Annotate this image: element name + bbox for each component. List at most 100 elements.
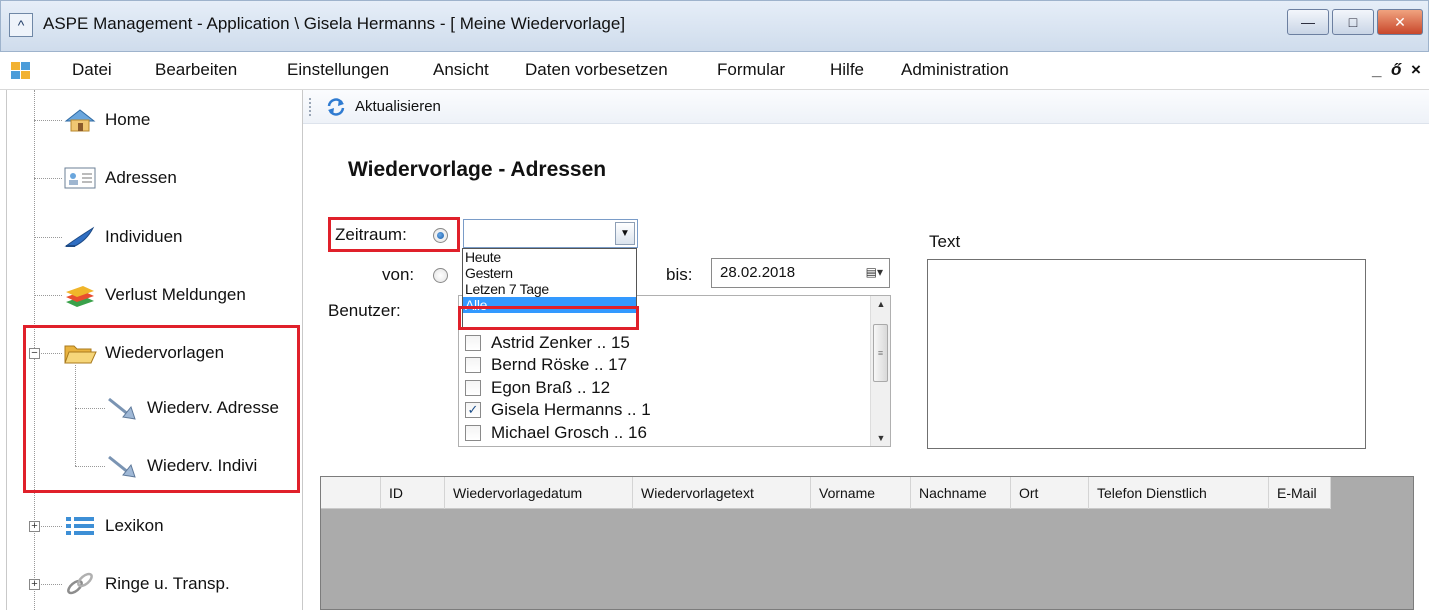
chevron-down-icon[interactable]: ▼: [615, 222, 635, 245]
user-label: Michael Grosch .. 16: [491, 423, 647, 442]
page-title: Wiedervorlage - Adressen: [348, 158, 607, 181]
expand-toggle[interactable]: +: [29, 579, 40, 590]
close-button[interactable]: ✕: [1377, 9, 1423, 35]
maximize-icon: □: [1348, 14, 1358, 30]
navigation-tree: − + + Home Adressen Individuen Verlust M…: [6, 90, 303, 610]
menu-hilfe[interactable]: Hilfe: [830, 60, 864, 80]
document-icon[interactable]: [10, 61, 32, 81]
tree-item-adressen[interactable]: Adressen: [63, 165, 177, 191]
tree-item-label: Home: [105, 110, 151, 129]
highlight-frame: [458, 306, 639, 330]
tree-item-individuen[interactable]: Individuen: [63, 224, 183, 250]
menu-einstellungen[interactable]: Einstellungen: [287, 60, 389, 80]
row-header-corner: [321, 477, 381, 509]
toolbar: Aktualisieren: [303, 90, 1429, 124]
results-grid[interactable]: ID Wiedervorlagedatum Wiedervorlagetext …: [320, 476, 1414, 610]
bis-label: bis:: [666, 265, 693, 284]
tree-connector: [34, 120, 62, 121]
tree-item-label: Ringe u. Transp.: [105, 574, 230, 593]
scroll-thumb[interactable]: ≡: [873, 324, 888, 382]
user-checkbox[interactable]: [465, 335, 481, 351]
von-radio[interactable]: [433, 268, 448, 283]
tree-item-ringe-transp[interactable]: Ringe u. Transp.: [63, 571, 230, 597]
refresh-button[interactable]: Aktualisieren: [355, 98, 441, 115]
user-label: Gisela Hermanns .. 1: [491, 400, 651, 419]
tree-connector: [34, 295, 62, 296]
zeitraum-radio[interactable]: [433, 228, 448, 243]
column-header-telefon-dienstlich[interactable]: Telefon Dienstlich: [1089, 477, 1269, 509]
user-checkbox[interactable]: [465, 357, 481, 373]
title-bar: ^ ASPE Management - Application \ Gisela…: [0, 0, 1429, 52]
menu-daten-vorbesetzen[interactable]: Daten vorbesetzen: [525, 60, 668, 80]
dropdown-option-gestern[interactable]: Gestern: [463, 265, 636, 281]
calendar-icon[interactable]: ▤▾: [866, 265, 883, 279]
tree-connector: [34, 237, 62, 238]
dropdown-option-heute[interactable]: Heute: [463, 249, 636, 265]
menu-datei[interactable]: Datei: [72, 60, 112, 80]
user-checkbox[interactable]: [465, 380, 481, 396]
user-label: Bernd Röske .. 17: [491, 355, 628, 374]
toolbar-grip[interactable]: [309, 98, 312, 116]
zeitraum-combo[interactable]: ▼: [463, 219, 638, 248]
vertical-scrollbar[interactable]: ▲ ≡ ▼: [870, 296, 890, 446]
books-icon: [66, 286, 94, 307]
tree-item-lexikon[interactable]: Lexikon: [63, 513, 164, 539]
main-content: Aktualisieren Wiedervorlage - Adressen Z…: [303, 90, 1429, 610]
user-checkbox[interactable]: [465, 425, 481, 441]
maximize-button[interactable]: □: [1332, 9, 1374, 35]
window-title: ASPE Management - Application \ Gisela H…: [43, 14, 626, 33]
tree-item-label: Adressen: [105, 168, 177, 187]
expand-toggle[interactable]: +: [29, 521, 40, 532]
mdi-restore-button[interactable]: ő: [1391, 60, 1401, 80]
bis-date-picker[interactable]: 28.02.2018 ▤▾: [711, 258, 890, 288]
mdi-close-button[interactable]: ×: [1411, 60, 1421, 80]
menu-administration[interactable]: Administration: [901, 60, 1009, 80]
column-header-wiedervorlagedatum[interactable]: Wiedervorlagedatum: [445, 477, 633, 509]
mdi-minimize-button[interactable]: _: [1372, 60, 1381, 80]
list-item[interactable]: Michael Grosch .. 16: [465, 423, 647, 443]
refresh-icon[interactable]: [325, 96, 347, 118]
list-item[interactable]: Egon Braß .. 12: [465, 378, 610, 398]
menu-bar: Datei Bearbeiten Einstellungen Ansicht D…: [0, 52, 1429, 90]
scroll-up-icon[interactable]: ▲: [871, 296, 891, 312]
zeitraum-label: Zeitraum:: [335, 225, 407, 244]
house-icon: [64, 109, 96, 132]
column-header-id[interactable]: ID: [381, 477, 445, 509]
tree-item-label: Verlust Meldungen: [105, 285, 246, 304]
text-label: Text: [929, 232, 961, 251]
tree-item-label: Lexikon: [105, 516, 164, 535]
benutzer-label: Benutzer:: [328, 301, 401, 320]
column-header-nachname[interactable]: Nachname: [911, 477, 1011, 509]
window-menu-icon[interactable]: ^: [9, 13, 33, 37]
grid-header: ID Wiedervorlagedatum Wiedervorlagetext …: [321, 477, 1331, 509]
bis-date-value: 28.02.2018: [720, 264, 796, 281]
minimize-button[interactable]: —: [1287, 9, 1329, 35]
scroll-down-icon[interactable]: ▼: [871, 430, 891, 446]
list-item[interactable]: Astrid Zenker .. 15: [465, 333, 630, 353]
list-icon: [66, 517, 94, 535]
menu-bearbeiten[interactable]: Bearbeiten: [155, 60, 237, 80]
bird-icon: [64, 226, 95, 247]
chain-icon: [67, 572, 93, 595]
text-field[interactable]: [927, 259, 1366, 449]
column-header-e-mail[interactable]: E-Mail: [1269, 477, 1331, 509]
tree-item-home[interactable]: Home: [63, 107, 150, 133]
menu-ansicht[interactable]: Ansicht: [433, 60, 489, 80]
close-icon: ✕: [1394, 14, 1406, 30]
dropdown-option-letzen-7-tage[interactable]: Letzen 7 Tage: [463, 281, 636, 297]
list-item[interactable]: ✓ Gisela Hermanns .. 1: [465, 400, 651, 420]
column-header-wiedervorlagetext[interactable]: Wiedervorlagetext: [633, 477, 811, 509]
von-label: von:: [382, 265, 415, 284]
user-checkbox-checked[interactable]: ✓: [465, 402, 481, 418]
user-label: Egon Braß .. 12: [491, 378, 611, 397]
menu-formular[interactable]: Formular: [717, 60, 785, 80]
column-header-ort[interactable]: Ort: [1011, 477, 1089, 509]
list-item[interactable]: Bernd Röske .. 17: [465, 355, 627, 375]
user-label: Astrid Zenker .. 15: [491, 333, 630, 352]
minimize-icon: —: [1301, 14, 1315, 30]
column-header-vorname[interactable]: Vorname: [811, 477, 911, 509]
tree-item-verlust-meldungen[interactable]: Verlust Meldungen: [63, 282, 246, 308]
highlight-frame: [23, 325, 300, 493]
tree-connector: [34, 178, 62, 179]
address-card-icon: [64, 167, 96, 189]
